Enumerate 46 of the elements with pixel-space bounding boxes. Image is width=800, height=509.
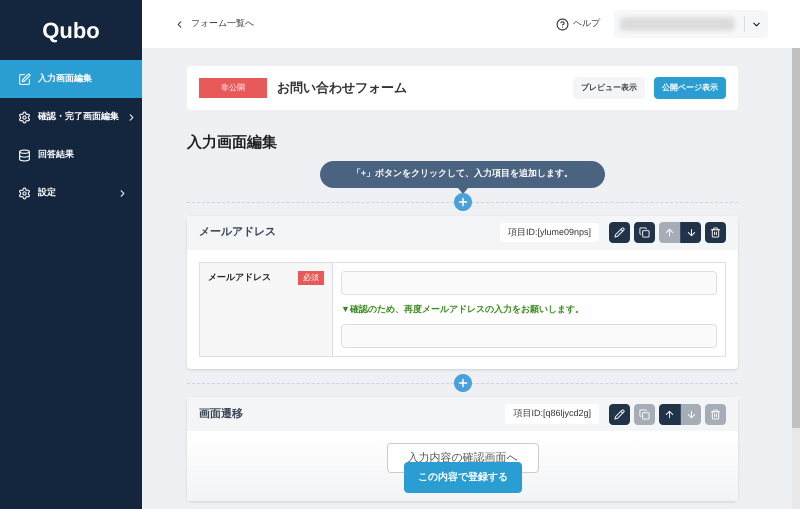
gear-icon [18,110,31,124]
gear-icon [18,186,31,200]
back-link[interactable]: フォーム一覧へ [174,17,254,31]
edit-icon [614,227,625,238]
help-icon [556,18,569,30]
up-icon [664,227,675,238]
preview-button[interactable]: プレビュー表示 [573,77,645,99]
add-item-button[interactable] [454,192,472,210]
sidebar-item[interactable]: 回答結果 [0,136,142,174]
sidebar-item[interactable]: 設定 [0,174,142,212]
delete-button[interactable] [705,222,726,243]
plus-icon [456,377,468,389]
item-id-label: 項目ID:[ylume09nps] [500,222,599,242]
database-icon [18,148,31,162]
hint-tooltip: 「+」ボタンをクリックして、入力項目を追加します。 [320,160,606,188]
email-input[interactable] [341,270,717,294]
copy-icon [639,408,650,420]
form-title: お問い合わせフォーム [277,79,407,98]
status-tag: 非公開 [199,78,267,98]
help-link[interactable]: ヘルプ [556,17,600,31]
required-tag: 必須 [298,270,324,284]
add-item-button[interactable] [454,374,472,392]
delete-icon [710,227,721,238]
up-button[interactable] [659,404,680,424]
edit-button[interactable] [609,222,630,243]
edit-button[interactable] [609,404,630,424]
down-icon [686,227,696,238]
down-button[interactable] [680,222,701,243]
down-icon [686,408,696,420]
copy-button[interactable] [634,222,655,243]
logo: Qubo [42,16,100,44]
sidebar-item[interactable]: 確認・完了画面編集 [0,98,142,136]
edit-icon [18,72,31,86]
field-label: メールアドレス [208,270,271,284]
item-title: 画面遷移 [199,406,243,422]
scrollbar-thumb[interactable] [792,48,800,428]
confirm-note: ▼確認のため、再度メールアドレスの入力をお願いします。 [341,302,585,316]
delete-icon [710,408,721,420]
email-confirm-input[interactable] [341,324,717,348]
item-id-label: 項目ID:[q86ljycd2g] [505,404,599,424]
item-title: メールアドレス [199,225,276,240]
up-icon [664,408,675,420]
section-title: 入力画面編集 [187,133,278,153]
plus-icon [456,196,468,208]
edit-icon [614,408,625,420]
copy-icon [639,227,650,238]
